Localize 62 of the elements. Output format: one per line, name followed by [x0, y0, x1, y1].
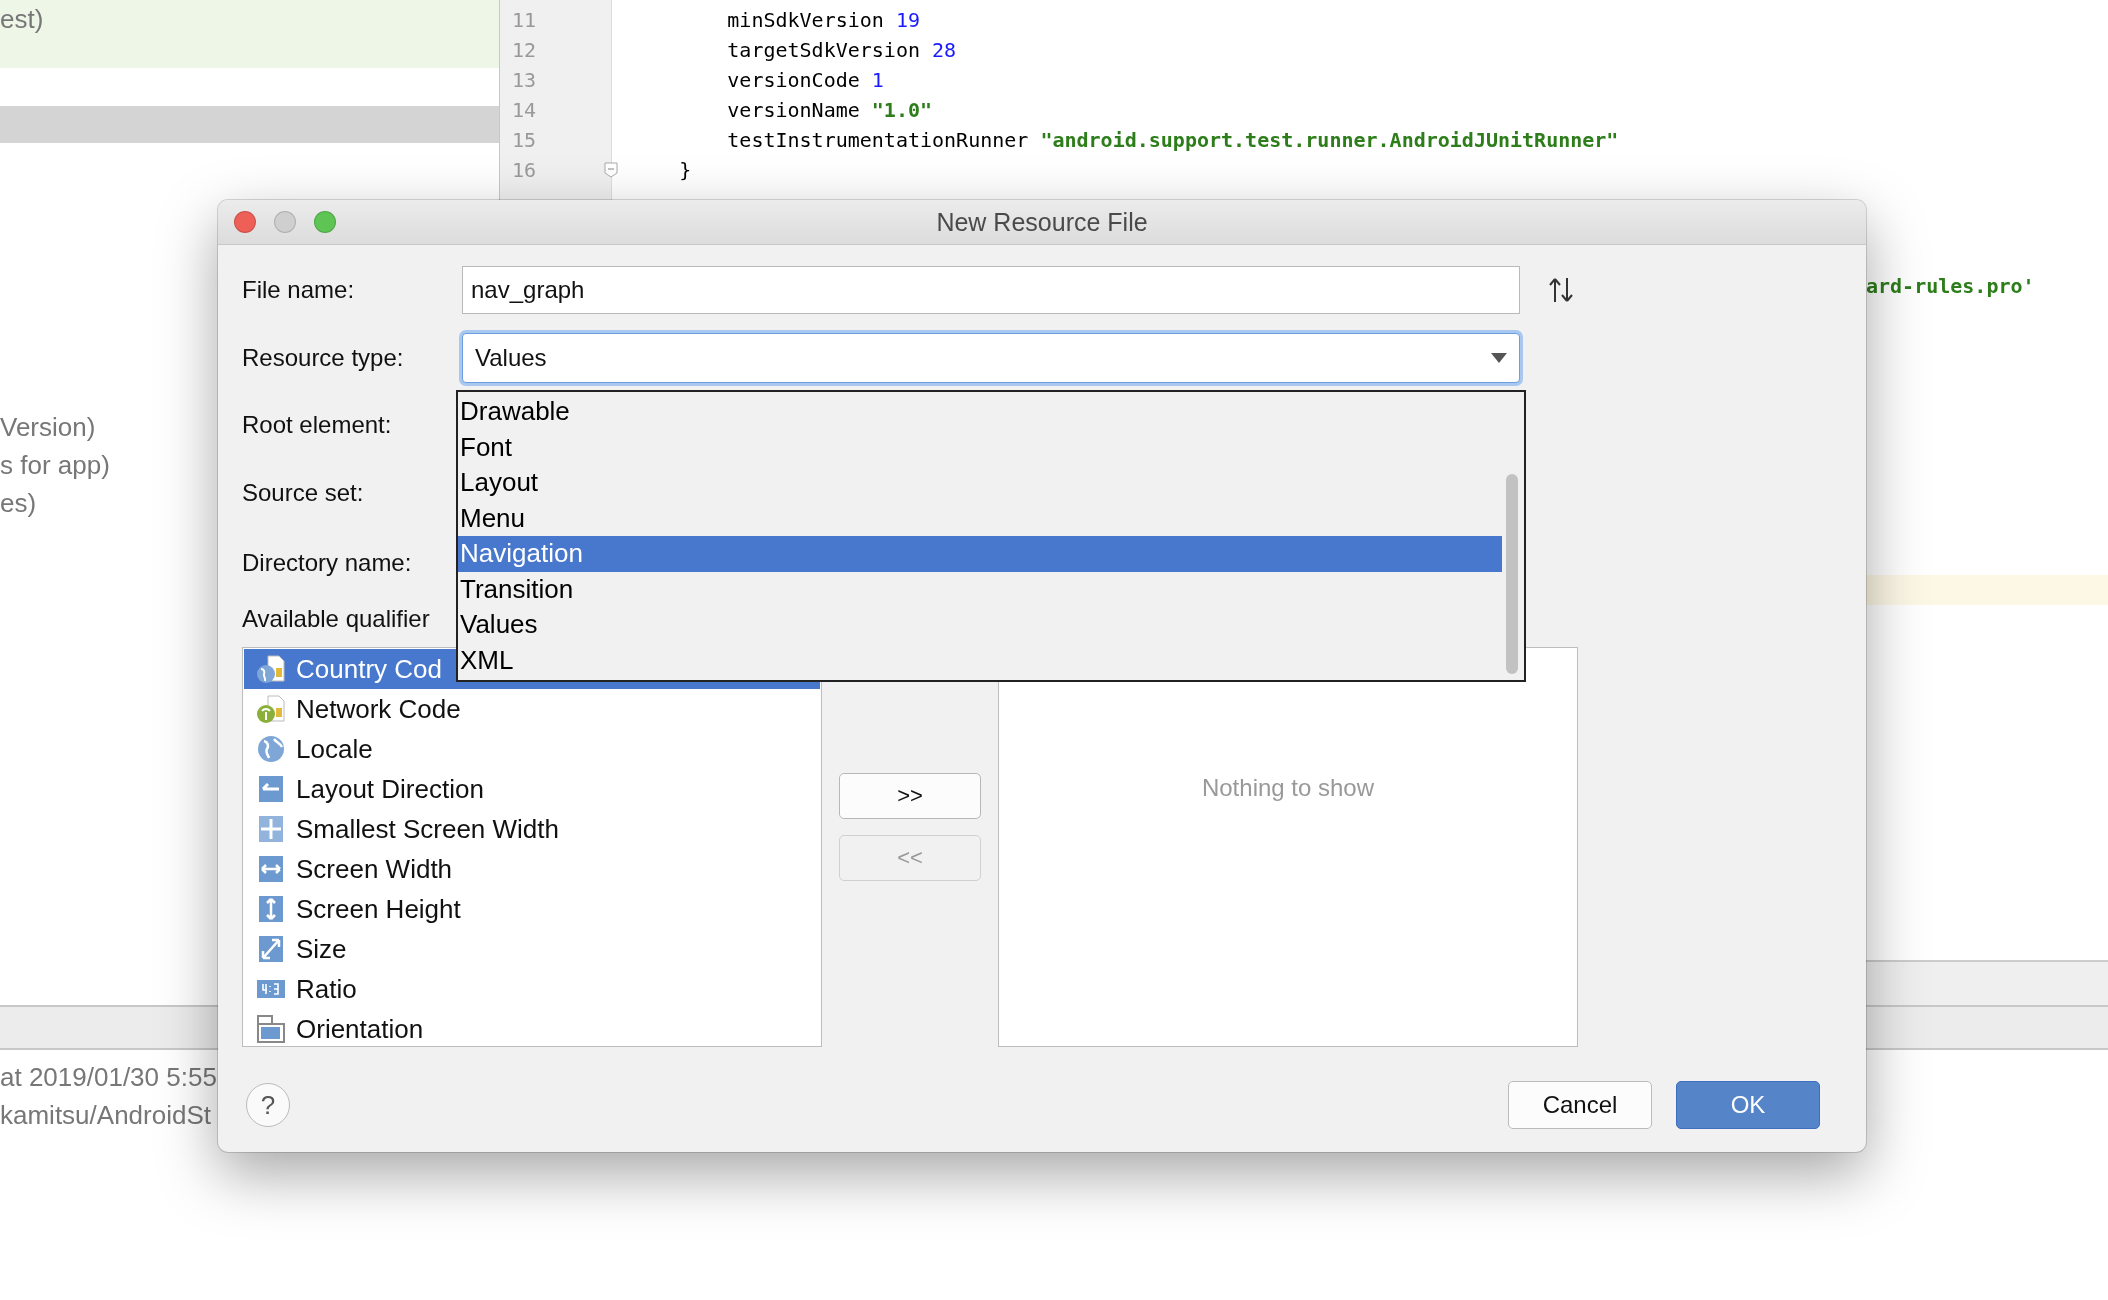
line-number: 13 — [512, 68, 537, 92]
sidebar-text: s for app) — [0, 449, 110, 482]
code-line: versionName "1.0" — [726, 97, 934, 124]
sort-icon[interactable] — [1548, 276, 1574, 304]
dropdown-item[interactable]: Layout — [458, 465, 1502, 501]
dropdown-item[interactable]: Drawable — [458, 394, 1502, 430]
add-button[interactable]: >> — [839, 773, 981, 819]
field-label: Resource type: — [242, 344, 405, 372]
qualifier-item[interactable]: Ratio — [244, 969, 820, 1009]
code-line: testInstrumentationRunner "android.support.test.runner.AndroidJUnitRunner" — [726, 127, 1620, 154]
minimize-window-button[interactable] — [274, 211, 296, 233]
help-button[interactable]: ? — [246, 1083, 290, 1127]
code-line: versionCode 1 — [726, 67, 885, 94]
qualifier-item[interactable]: Network Code — [244, 689, 820, 729]
dropdown-item[interactable]: XML — [458, 642, 1502, 678]
window-title: New Resource File — [936, 207, 1148, 237]
resource-type-dropdown[interactable]: Values — [462, 333, 1520, 383]
dropdown-item[interactable]: Menu — [458, 500, 1502, 536]
qualifier-item[interactable]: Smallest Screen Width — [244, 809, 820, 849]
dropdown-item[interactable]: Transition — [458, 571, 1502, 607]
qualifier-item[interactable]: Locale — [244, 729, 820, 769]
line-number: 14 — [512, 98, 537, 122]
line-number: 11 — [512, 8, 537, 32]
zoom-window-button[interactable] — [314, 211, 336, 233]
code-line: minSdkVersion 19 — [726, 7, 921, 34]
sim-antenna-icon — [256, 694, 286, 724]
device-icon — [256, 1014, 286, 1044]
dropdown-item[interactable]: Values — [458, 607, 1502, 643]
log-text: kamitsu/AndroidSt — [0, 1099, 211, 1132]
globe-icon — [256, 734, 286, 764]
qualifier-item[interactable]: Orientation — [244, 1009, 820, 1046]
line-number: 16 — [512, 158, 537, 182]
close-window-button[interactable] — [234, 211, 256, 233]
qualifier-item[interactable]: Screen Height — [244, 889, 820, 929]
field-label: Source set: — [242, 479, 365, 507]
fold-marker-icon[interactable] — [604, 162, 618, 178]
sidebar-text: est) — [0, 3, 44, 36]
code-line: ard-rules.pro' — [1866, 274, 2035, 298]
file-name-field[interactable]: nav_graph — [462, 266, 1520, 314]
ok-button[interactable]: OK — [1676, 1081, 1820, 1129]
field-label: Available qualifier — [242, 605, 431, 633]
code-line: } — [678, 157, 693, 184]
empty-text: Nothing to show — [1201, 774, 1375, 803]
qualifier-item[interactable]: Layout Direction — [244, 769, 820, 809]
line-number: 15 — [512, 128, 537, 152]
qualifier-item[interactable]: Screen Width — [244, 849, 820, 889]
code-line: targetSdkVersion 28 — [726, 37, 958, 64]
qualifier-item[interactable]: Size — [244, 929, 820, 969]
log-text: at 2019/01/30 5:55 — [0, 1061, 217, 1094]
cancel-button[interactable]: Cancel — [1508, 1081, 1652, 1129]
caret-icon[interactable] — [1491, 353, 1507, 363]
cross-arrows-icon — [256, 814, 286, 844]
field-label: Directory name: — [242, 549, 413, 577]
sidebar-text: Version) — [0, 411, 96, 444]
sim-globe-icon — [256, 654, 286, 684]
line-number: 12 — [512, 38, 537, 62]
field-label: File name: — [242, 276, 356, 304]
scrollbar-thumb[interactable] — [1506, 474, 1518, 674]
field-label: Root element: — [242, 411, 393, 439]
dropdown-item[interactable]: Navigation — [458, 536, 1502, 572]
dropdown-item[interactable]: Font — [458, 429, 1502, 465]
sidebar-text: es) — [0, 487, 37, 520]
